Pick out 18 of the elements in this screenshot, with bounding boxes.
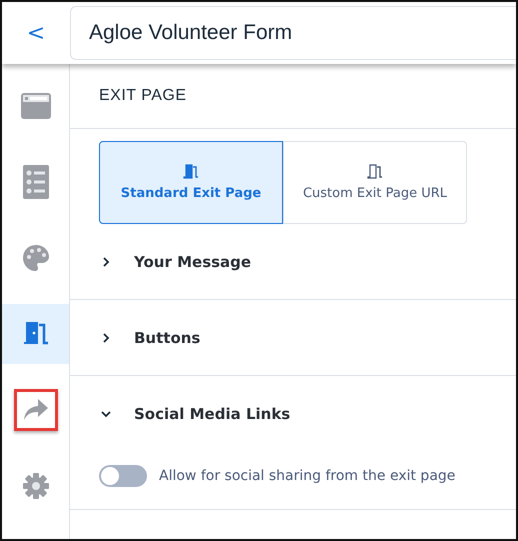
panel-title[interactable]: Your Message bbox=[134, 252, 252, 270]
exit-option-tab[interactable]: Custom Exit Page URL bbox=[283, 141, 467, 224]
back-button[interactable]: < bbox=[2, 2, 70, 64]
form-title-field[interactable]: Agloe Volunteer Form bbox=[70, 6, 516, 60]
toggle-switch[interactable] bbox=[99, 464, 147, 486]
panel-title[interactable]: Buttons bbox=[134, 328, 200, 346]
toggle-label: Allow for social sharing from the exit page bbox=[159, 468, 456, 484]
section-title: EXIT PAGE bbox=[99, 87, 186, 105]
sidebar-item[interactable] bbox=[2, 304, 69, 364]
palette-icon bbox=[22, 244, 50, 272]
door-icon bbox=[183, 164, 199, 180]
share-arrow-icon bbox=[22, 398, 48, 422]
exit-option-tab[interactable]: Standard Exit Page bbox=[99, 141, 283, 224]
door-icon bbox=[367, 164, 383, 180]
browser-window-icon bbox=[20, 93, 50, 119]
panel-title[interactable]: Social Media Links bbox=[134, 404, 290, 422]
settings-icon bbox=[22, 473, 48, 499]
checklist-icon bbox=[22, 165, 48, 199]
